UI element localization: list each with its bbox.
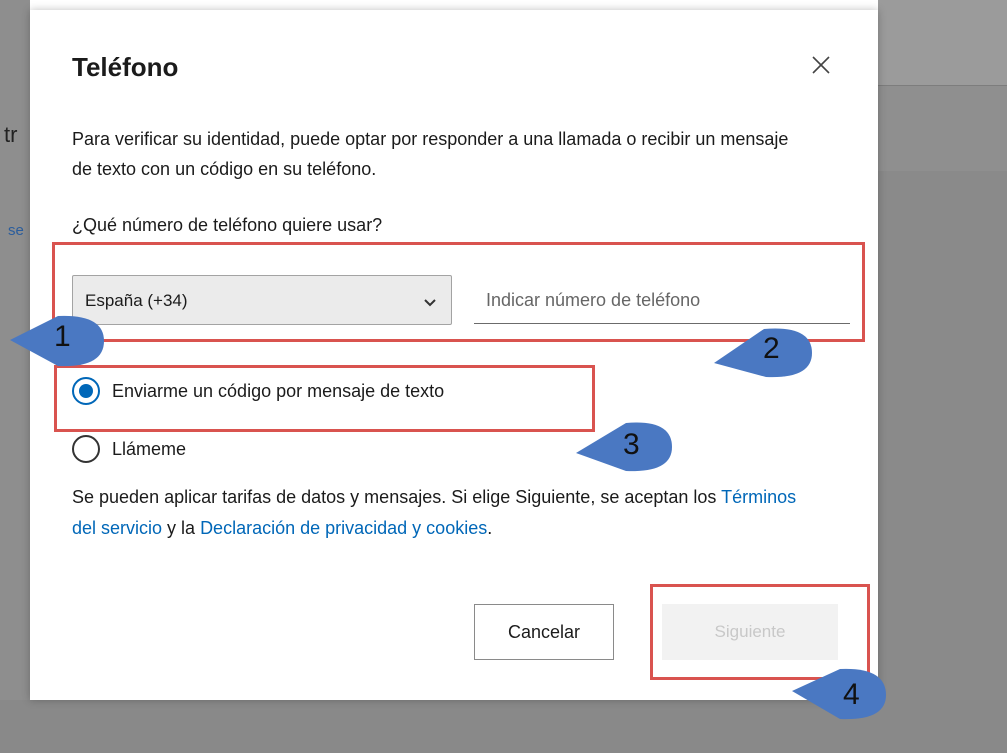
chevron-down-icon [423,293,437,313]
background-right-mid [878,85,1007,171]
terms-middle: y la [162,518,201,538]
radio-button-unchecked[interactable] [72,435,100,463]
close-icon [812,56,830,74]
privacy-statement-link[interactable]: Declaración de privacidad y cookies [200,518,487,538]
dialog-title: Teléfono [72,52,179,82]
callout-number-3: 3 [623,428,640,461]
radio-label-text-message: Enviarme un código por mensaje de texto [112,380,445,401]
terms-suffix: . [487,518,493,538]
radio-option-call[interactable]: Llámeme [72,435,186,463]
phone-dialog: Teléfono Para verificar su identidad, pu… [30,10,878,700]
radio-button-checked[interactable] [72,377,100,405]
background-left-strip [0,0,30,753]
background-right-top [878,0,1007,85]
cancel-button[interactable]: Cancelar [474,604,614,660]
callout-number-2: 2 [763,332,780,365]
callout-number-1: 1 [54,320,71,353]
radio-label-call: Llámeme [112,438,187,459]
phone-question: ¿Qué número de teléfono quiere usar? [72,215,383,235]
country-code-select[interactable]: España (+34) [72,275,452,325]
background-text-fragment: tr [4,122,18,147]
terms-prefix: Se pueden aplicar tarifas de datos y men… [72,487,722,507]
close-button[interactable] [808,52,834,78]
country-code-value: España (+34) [85,291,188,310]
background-link-fragment: se [8,222,24,239]
callout-number-4: 4 [843,678,860,711]
dialog-description: Para verificar su identidad, puede optar… [72,129,789,179]
terms-text: Se pueden aplicar tarifas de datos y men… [72,482,812,544]
radio-option-text-message[interactable]: Enviarme un código por mensaje de texto [72,377,444,405]
phone-number-input[interactable] [474,278,850,324]
next-button[interactable]: Siguiente [662,604,838,660]
